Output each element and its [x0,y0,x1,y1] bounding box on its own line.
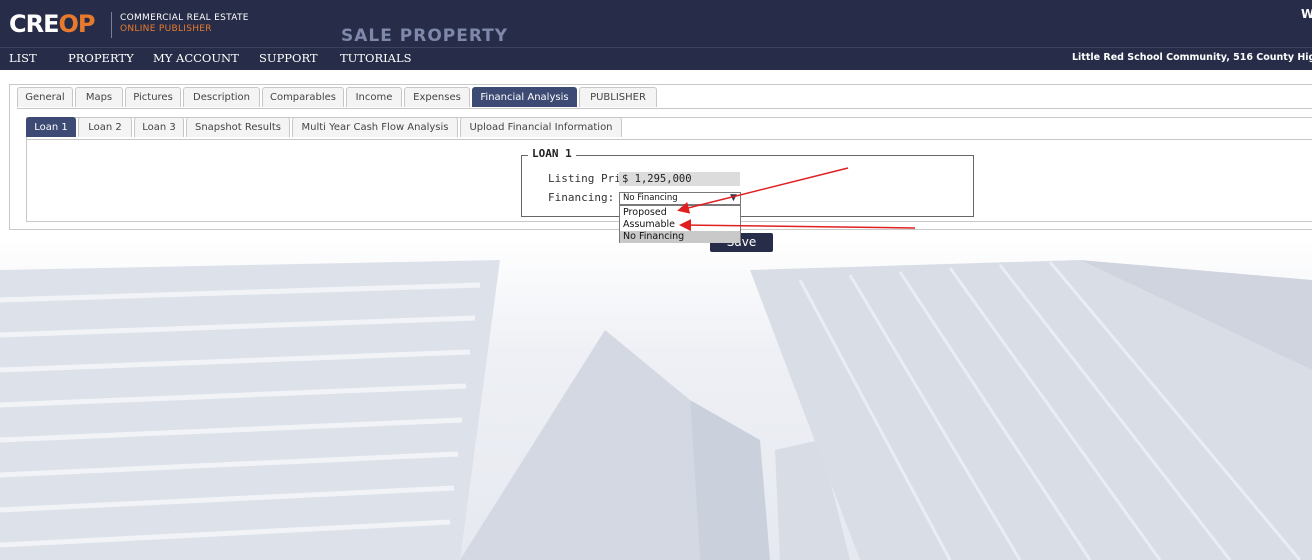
logo-divider [111,12,112,38]
property-address: Little Red School Community, 516 County … [1072,52,1312,63]
option-assumable[interactable]: Assumable [620,219,740,231]
nav-tutorials[interactable]: TUTORIALS [340,51,411,65]
option-no-financing[interactable]: No Financing [620,231,740,243]
main-nav: LIST PROPERTY MY ACCOUNT SUPPORT TUTORIA… [0,47,1312,70]
tab-snapshot-results[interactable]: Snapshot Results [186,117,290,137]
main-tabs-baseline [17,108,1312,109]
tab-loan-3[interactable]: Loan 3 [134,117,184,137]
tab-maps[interactable]: Maps [75,87,123,107]
background-skyline-image [0,240,1312,560]
tab-loan-2[interactable]: Loan 2 [78,117,132,137]
tab-publisher[interactable]: PUBLISHER [579,87,657,107]
financing-select[interactable]: No Financing [619,192,741,205]
loan-fieldset [521,155,974,217]
logo-subtitle-line2: ONLINE PUBLISHER [120,24,212,34]
tab-description[interactable]: Description [183,87,260,107]
top-header: CREOP COMMERCIAL REAL ESTATE ONLINE PUBL… [0,0,1312,47]
tab-financial-analysis[interactable]: Financial Analysis [472,87,577,107]
logo-subtitle-line1: COMMERCIAL REAL ESTATE [120,13,249,23]
page-heading: SALE PROPERTY [341,26,509,46]
tab-pictures[interactable]: Pictures [125,87,181,107]
financing-label: Financing: [548,191,615,204]
tab-comparables[interactable]: Comparables [262,87,344,107]
nav-my-account[interactable]: MY ACCOUNT [153,51,239,65]
logo-op: OP [58,10,96,38]
tab-loan-1[interactable]: Loan 1 [26,117,76,137]
tab-upload-financial-info[interactable]: Upload Financial Information [460,117,622,137]
option-proposed[interactable]: Proposed [620,207,740,219]
nav-property[interactable]: PROPERTY [68,51,134,65]
logo-cre: CRE [9,10,59,38]
tab-general[interactable]: General [17,87,73,107]
tab-income[interactable]: Income [346,87,402,107]
financing-dropdown-list: Proposed Assumable No Financing [619,205,741,243]
nav-list[interactable]: LIST [9,51,37,65]
nav-support[interactable]: SUPPORT [259,51,318,65]
logo-wordmark: CREOP [9,8,96,40]
loan-legend: LOAN 1 [528,147,576,160]
user-initial[interactable]: W [1301,7,1312,21]
tab-multi-year-cash-flow[interactable]: Multi Year Cash Flow Analysis [292,117,458,137]
listing-price-field: $ 1,295,000 [619,172,740,186]
chevron-down-icon[interactable]: ▼ [730,193,737,203]
sub-tabs-baseline [26,139,1312,140]
tab-expenses[interactable]: Expenses [404,87,470,107]
